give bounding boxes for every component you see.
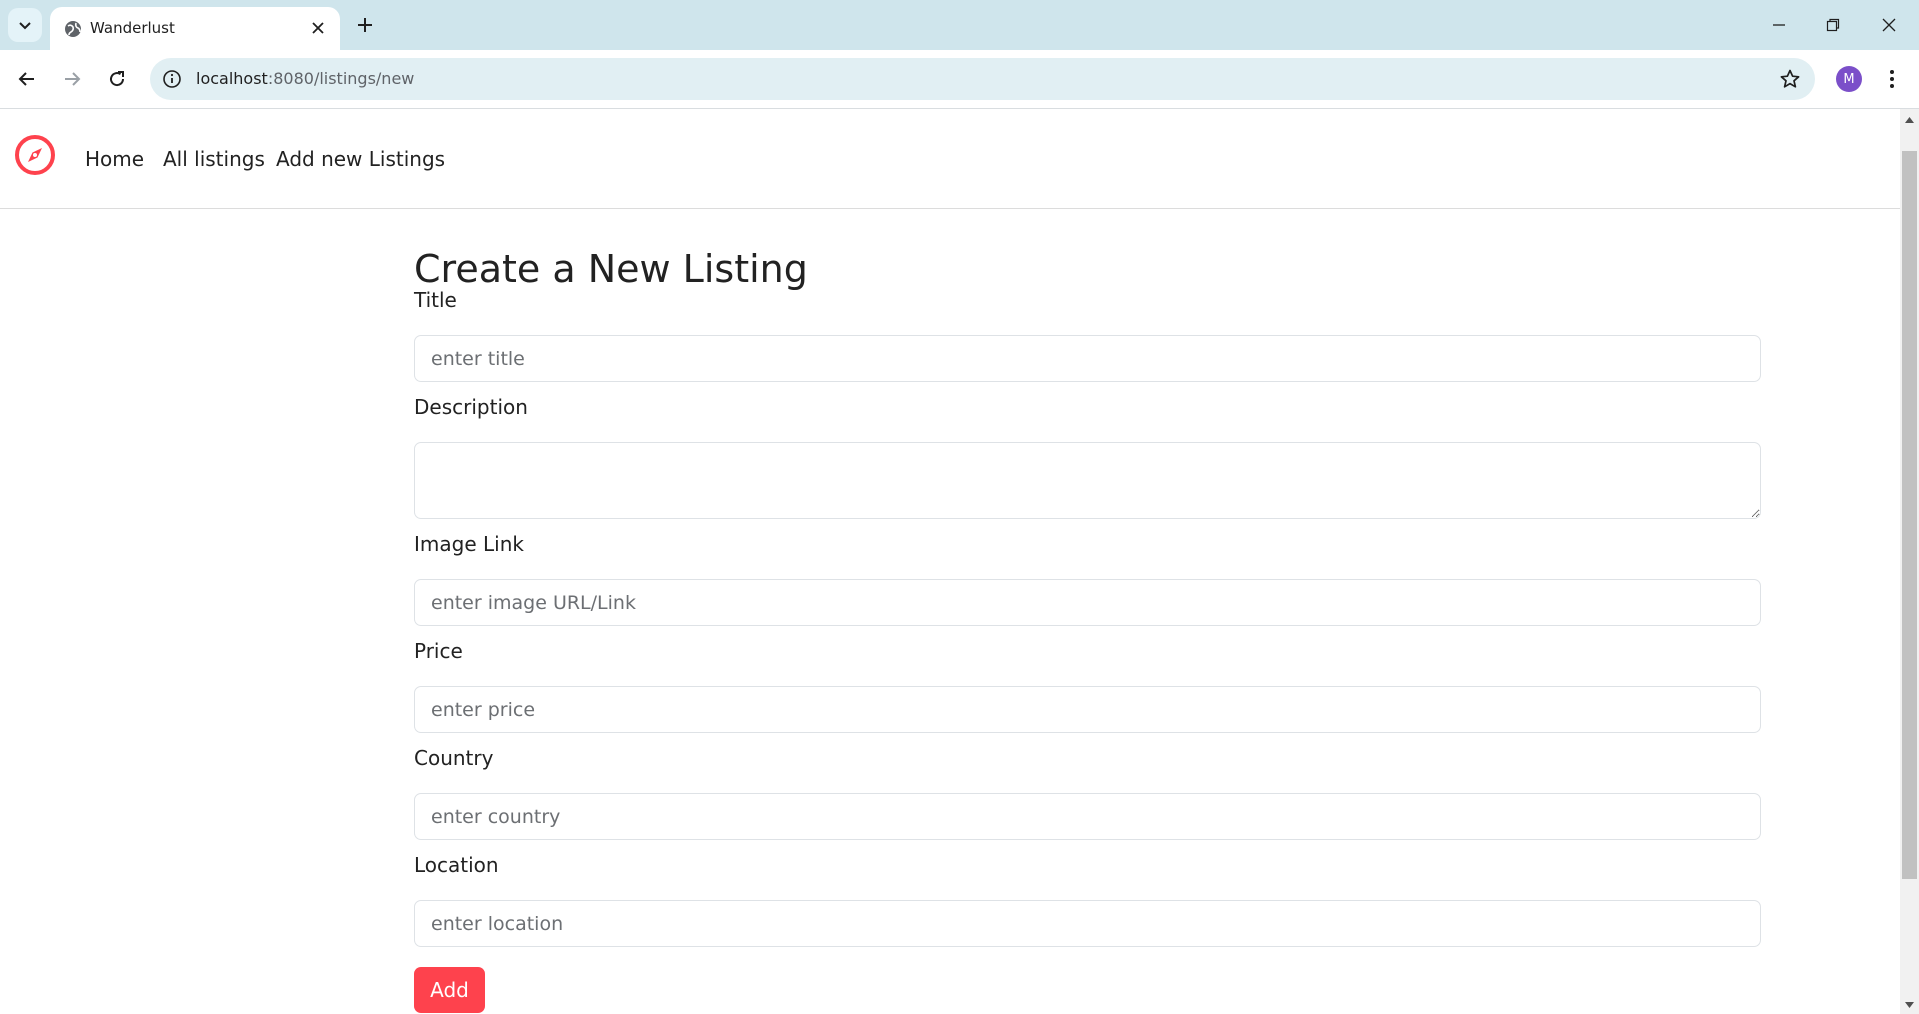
image-link-label: Image Link: [414, 532, 524, 556]
tab-title: Wanderlust: [90, 19, 175, 37]
browser-toolbar: localhost:8080/listings/new M: [0, 50, 1919, 108]
tab-search-button[interactable]: [8, 8, 42, 42]
compass-icon: [15, 135, 55, 175]
page-title: Create a New Listing: [414, 247, 808, 291]
more-vertical-icon: [1890, 70, 1894, 88]
chevron-down-icon: [19, 22, 31, 30]
profile-avatar[interactable]: M: [1836, 66, 1862, 92]
reload-button[interactable]: [100, 62, 134, 96]
close-icon: [312, 22, 324, 34]
tab-close-button[interactable]: [308, 18, 328, 38]
triangle-down-icon: [1905, 1002, 1914, 1008]
restore-icon: [1826, 18, 1840, 32]
description-label: Description: [414, 395, 528, 419]
url-host: localhost: [196, 69, 268, 88]
address-bar[interactable]: localhost:8080/listings/new: [150, 58, 1815, 100]
arrow-left-icon: [18, 72, 34, 86]
location-label: Location: [414, 853, 499, 877]
nav-link-add-new-listings[interactable]: Add new Listings: [276, 147, 445, 171]
url-path: :8080/listings/new: [267, 69, 415, 88]
country-label: Country: [414, 746, 494, 770]
reload-icon: [110, 71, 125, 87]
minimize-icon: [1773, 24, 1785, 26]
site-navbar: Home All listings Add new Listings: [0, 109, 1900, 209]
scroll-up-arrow[interactable]: [1900, 113, 1919, 127]
globe-icon: [65, 21, 81, 37]
price-input[interactable]: [414, 686, 1761, 733]
location-input[interactable]: [414, 900, 1761, 947]
bookmark-star-icon[interactable]: [1779, 68, 1801, 90]
page-scrollbar[interactable]: [1900, 109, 1919, 1014]
nav-link-all-listings[interactable]: All listings: [163, 147, 265, 171]
browser-tabstrip: Wanderlust: [0, 0, 1919, 50]
browser-menu-button[interactable]: [1882, 64, 1902, 94]
brand-logo-link[interactable]: [13, 133, 57, 177]
country-input[interactable]: [414, 793, 1761, 840]
nav-link-home[interactable]: Home: [85, 147, 144, 171]
back-button[interactable]: [10, 62, 44, 96]
scrollbar-thumb[interactable]: [1902, 151, 1917, 879]
site-info-icon[interactable]: [162, 69, 182, 89]
page-viewport: Home All listings Add new Listings Creat…: [0, 109, 1900, 1014]
add-button[interactable]: Add: [414, 967, 485, 1013]
forward-button[interactable]: [55, 62, 89, 96]
restore-window-button[interactable]: [1810, 8, 1856, 42]
minimize-window-button[interactable]: [1756, 8, 1802, 42]
close-window-button[interactable]: [1866, 8, 1912, 42]
new-tab-button[interactable]: [352, 12, 378, 38]
price-label: Price: [414, 639, 463, 663]
scroll-down-arrow[interactable]: [1900, 998, 1919, 1012]
description-textarea[interactable]: [414, 442, 1761, 519]
title-label: Title: [414, 288, 457, 312]
plus-icon: [358, 18, 372, 32]
arrow-right-icon: [65, 72, 81, 86]
triangle-up-icon: [1905, 117, 1914, 123]
browser-tab-active[interactable]: Wanderlust: [50, 7, 340, 50]
url-text: localhost:8080/listings/new: [196, 69, 414, 88]
close-icon: [1882, 18, 1896, 32]
image-link-input[interactable]: [414, 579, 1761, 626]
title-input[interactable]: [414, 335, 1761, 382]
